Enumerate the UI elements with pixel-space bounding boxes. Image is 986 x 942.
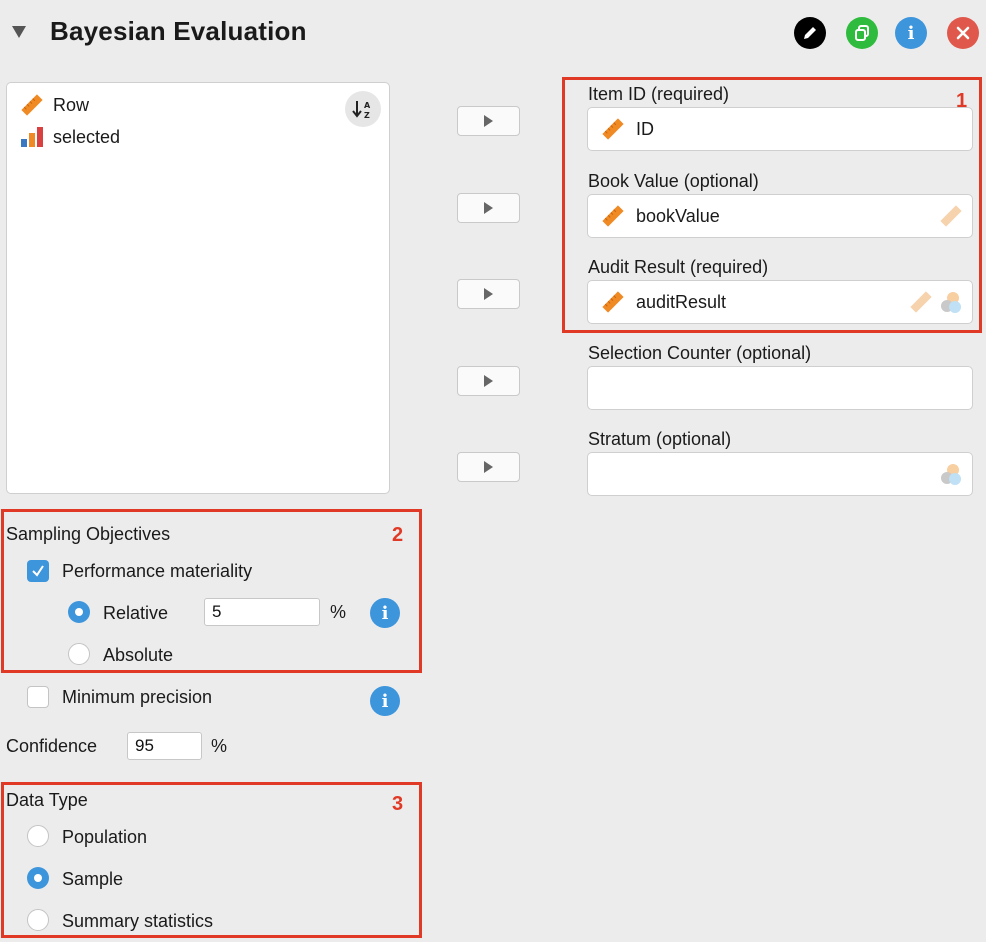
confidence-label: Confidence (6, 736, 98, 756)
page-title: Bayesian Evaluation (50, 16, 307, 46)
data-type-heading: Data Type (6, 790, 88, 810)
relative-label: Relative (103, 603, 169, 623)
list-item[interactable]: Row (19, 93, 89, 117)
population-radio[interactable] (27, 825, 49, 847)
selection-counter-label: Selection Counter (optional) (588, 343, 812, 363)
confidence-unit: % (211, 736, 228, 756)
absolute-radio[interactable] (68, 643, 90, 665)
variable-label: Row (53, 94, 90, 115)
assign-item-id-button[interactable] (457, 106, 520, 136)
copy-icon (855, 25, 869, 41)
performance-materiality-label: Performance materiality (62, 561, 253, 581)
svg-text:A: A (364, 101, 371, 110)
performance-materiality-checkbox[interactable] (27, 560, 49, 582)
sampling-objectives-heading: Sampling Objectives (6, 524, 171, 544)
svg-text:Z: Z (364, 111, 370, 120)
duplicate-button[interactable] (846, 17, 878, 49)
play-arrow-icon (484, 375, 493, 387)
nominal-type-icon (941, 464, 961, 485)
play-arrow-icon (484, 115, 493, 127)
annotation-box-1 (562, 77, 982, 333)
assign-book-value-button[interactable] (457, 193, 520, 223)
checkmark-icon (32, 565, 44, 577)
info-icon[interactable]: i (370, 686, 400, 716)
annotation-number-3: 3 (392, 793, 404, 815)
play-arrow-icon (484, 288, 493, 300)
minimum-precision-checkbox[interactable] (27, 686, 49, 708)
selection-counter-field[interactable] (587, 366, 973, 410)
stratum-label: Stratum (optional) (588, 429, 732, 449)
list-item[interactable]: selected (19, 125, 120, 149)
minimum-precision-label: Minimum precision (62, 687, 213, 707)
annotation-number-2: 2 (392, 524, 404, 546)
help-button[interactable]: i (895, 17, 927, 49)
relative-materiality-input[interactable]: 5 (204, 598, 320, 626)
relative-radio[interactable] (68, 601, 90, 623)
sample-label: Sample (62, 869, 124, 889)
close-button[interactable] (947, 17, 979, 49)
sort-alpha-icon: A Z (352, 101, 371, 120)
stratum-field[interactable] (587, 452, 973, 496)
info-icon[interactable]: i (370, 598, 400, 628)
absolute-label: Absolute (103, 645, 174, 665)
assign-audit-result-button[interactable] (457, 279, 520, 309)
summary-statistics-radio[interactable] (27, 909, 49, 931)
info-icon: i (907, 22, 915, 44)
collapse-arrow-icon[interactable] (12, 26, 26, 38)
pencil-icon (804, 27, 816, 39)
play-arrow-icon (484, 202, 493, 214)
variable-label: selected (53, 126, 121, 147)
variable-list[interactable]: Row selected A Z (6, 82, 390, 494)
percent-unit: % (330, 602, 347, 622)
sort-button[interactable]: A Z (345, 91, 381, 127)
ruler-scale-icon (21, 94, 43, 116)
edit-title-button[interactable] (794, 17, 826, 49)
annotation-number-1: 1 (956, 90, 968, 112)
assign-stratum-button[interactable] (457, 452, 520, 482)
population-label: Population (62, 827, 148, 847)
close-icon (956, 26, 970, 40)
sample-radio[interactable] (27, 867, 49, 889)
summary-statistics-label: Summary statistics (62, 911, 214, 931)
assign-selection-counter-button[interactable] (457, 366, 520, 396)
confidence-input[interactable]: 95 (127, 732, 202, 760)
bar-chart-icon (21, 127, 43, 147)
play-arrow-icon (484, 461, 493, 473)
